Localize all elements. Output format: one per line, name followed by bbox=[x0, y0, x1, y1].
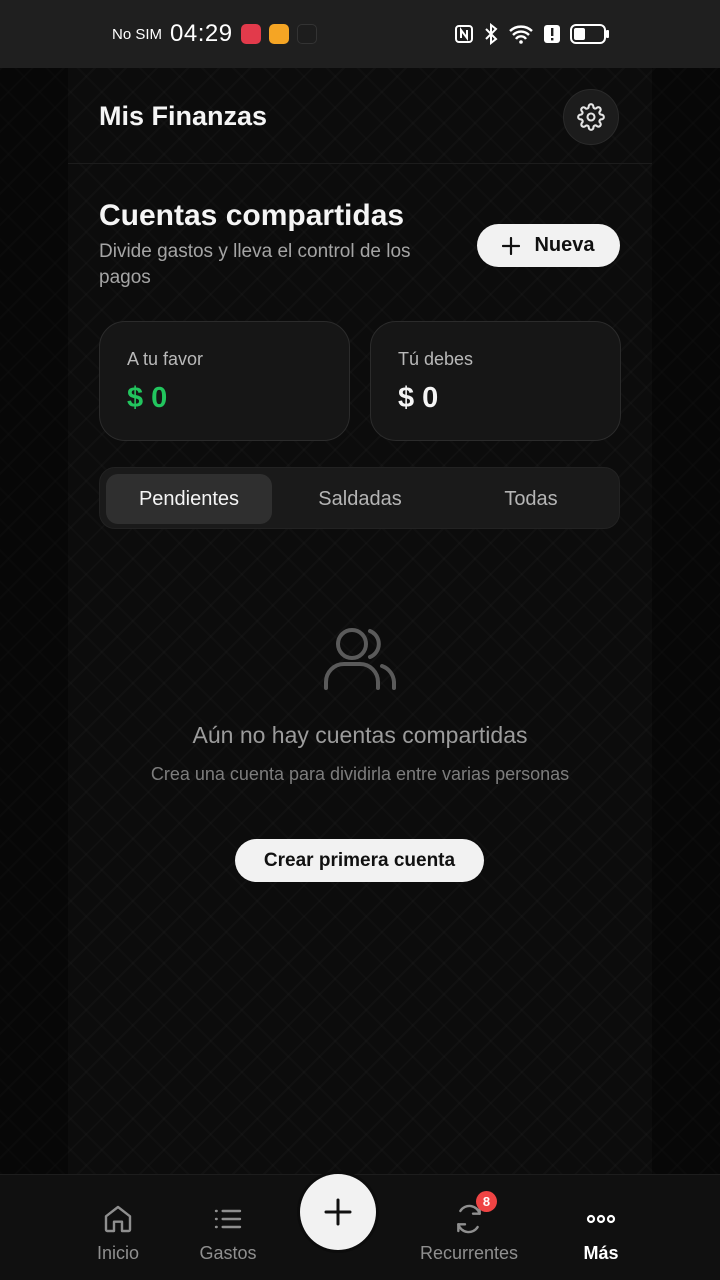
section-title: Cuentas compartidas bbox=[99, 199, 405, 232]
wifi-icon bbox=[509, 25, 533, 44]
balance-card-debes: Tú debes $ 0 bbox=[370, 321, 621, 441]
nav-label-mas: Más bbox=[583, 1243, 619, 1263]
tab-saldadas[interactable]: Saldadas bbox=[277, 474, 443, 524]
nfc-icon bbox=[455, 25, 473, 43]
side-shade-right bbox=[652, 68, 720, 1174]
alert-icon bbox=[544, 25, 560, 43]
battery-icon bbox=[570, 24, 609, 44]
balance-favor-label: A tu favor bbox=[127, 349, 204, 369]
plus-icon bbox=[324, 1198, 352, 1226]
nav-item-inicio[interactable]: Inicio bbox=[63, 1199, 173, 1264]
settings-button[interactable] bbox=[563, 89, 619, 145]
add-fab-button[interactable] bbox=[300, 1174, 376, 1250]
tab-todas[interactable]: Todas bbox=[448, 474, 614, 524]
carrier-label: No SIM bbox=[112, 25, 163, 43]
more-icon bbox=[586, 1214, 616, 1224]
filter-tabs: Pendientes Saldadas Todas bbox=[99, 467, 620, 529]
nav-item-gastos[interactable]: Gastos bbox=[173, 1199, 283, 1264]
notification-app-icon bbox=[268, 24, 289, 44]
create-first-account-button[interactable]: Crear primera cuenta bbox=[235, 839, 484, 882]
notification-app-icon bbox=[296, 24, 317, 44]
recurrentes-badge: 8 bbox=[476, 1191, 497, 1212]
bluetooth-icon bbox=[485, 23, 498, 45]
section-subtitle: Divide gastos y lleva el control de los … bbox=[99, 241, 411, 288]
notification-app-icon bbox=[240, 24, 261, 44]
balance-favor-value: $ 0 bbox=[127, 382, 168, 414]
status-bar-left: No SIM 04:29 bbox=[112, 20, 317, 48]
nav-label-inicio: Inicio bbox=[96, 1243, 140, 1263]
new-shared-account-button[interactable]: Nueva bbox=[477, 224, 620, 267]
nav-label-recurrentes: Recurrentes bbox=[419, 1243, 519, 1263]
home-icon bbox=[104, 1205, 132, 1233]
nav-item-mas[interactable]: Más bbox=[546, 1199, 656, 1264]
status-bar: No SIM 04:29 bbox=[0, 0, 720, 68]
empty-state-title: Aún no hay cuentas compartidas bbox=[192, 722, 528, 748]
users-icon bbox=[324, 628, 396, 690]
side-shade-left bbox=[0, 68, 68, 1174]
status-bar-right bbox=[454, 23, 610, 45]
tab-pendientes[interactable]: Pendientes bbox=[106, 474, 272, 524]
list-icon bbox=[214, 1209, 242, 1229]
screen: No SIM 04:29 Mis Finanzas Cuentas compar… bbox=[0, 0, 720, 1280]
nav-item-recurrentes[interactable]: Recurrentes bbox=[414, 1199, 524, 1264]
balance-card-favor: A tu favor $ 0 bbox=[99, 321, 350, 441]
empty-state-description: Crea una cuenta para dividirla entre var… bbox=[150, 764, 570, 784]
new-button-label: Nueva bbox=[534, 234, 595, 256]
balance-debes-label: Tú debes bbox=[398, 349, 474, 369]
balance-debes-value: $ 0 bbox=[398, 382, 439, 414]
nav-label-gastos: Gastos bbox=[199, 1243, 257, 1263]
gear-icon bbox=[577, 103, 605, 131]
clock: 04:29 bbox=[170, 20, 233, 47]
app-header: Mis Finanzas bbox=[68, 68, 652, 164]
page-title: Mis Finanzas bbox=[99, 101, 268, 131]
plus-icon bbox=[502, 236, 521, 255]
